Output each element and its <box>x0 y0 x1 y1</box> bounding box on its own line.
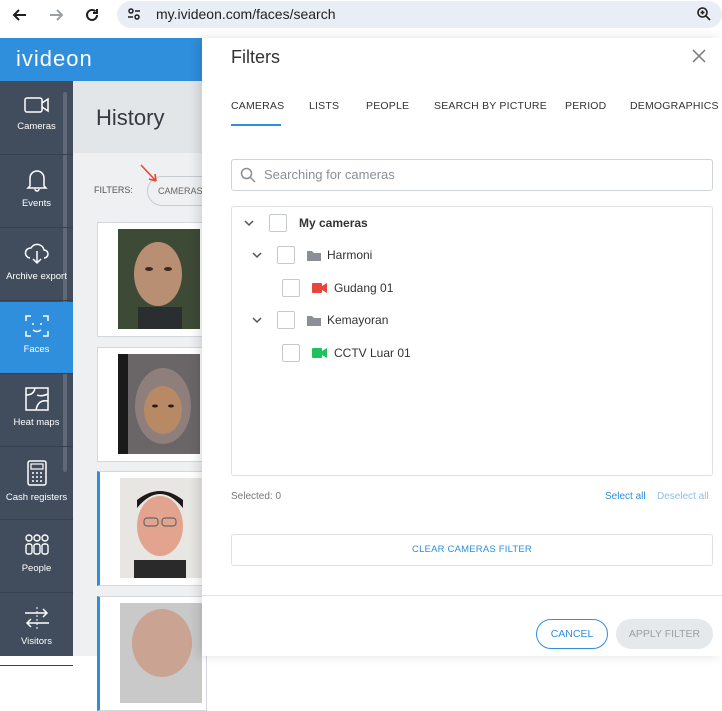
heatmap-icon <box>24 387 49 411</box>
tree-row-harmoni[interactable]: Harmoni <box>251 245 372 265</box>
tree-row-kemayoran[interactable]: Kemayoran <box>251 310 388 330</box>
brand-logo[interactable]: ivideon <box>16 46 93 72</box>
tab-people[interactable]: PEOPLE <box>366 100 409 112</box>
sidebar-item-label: Cash registers <box>5 492 68 503</box>
visitors-icon <box>24 607 49 629</box>
face-card[interactable] <box>97 222 207 337</box>
chevron-down-icon[interactable] <box>243 217 255 229</box>
tree-label: Kemayoran <box>327 313 389 327</box>
back-arrow-icon[interactable] <box>10 5 30 25</box>
face-card[interactable] <box>97 347 207 462</box>
deselect-all-link[interactable]: Deselect all <box>657 491 709 502</box>
tree-label: CCTV Luar 01 <box>334 346 411 360</box>
zoom-icon[interactable] <box>696 6 712 27</box>
search-icon <box>240 167 256 183</box>
sidebar-item-label: People <box>21 563 52 574</box>
reload-icon[interactable] <box>82 5 102 25</box>
checkbox[interactable] <box>277 246 295 264</box>
camera-online-icon <box>312 348 327 358</box>
sidebar-item-events[interactable]: Events <box>0 156 73 228</box>
sidebar-item-faces[interactable]: Faces <box>0 302 73 374</box>
sidebar-item-label: Events <box>21 198 52 209</box>
sidebar-item-label: Archive export <box>6 271 67 282</box>
clear-cameras-filter-button[interactable]: CLEAR CAMERAS FILTER <box>231 534 713 566</box>
camera-offline-icon <box>312 283 327 293</box>
checkbox[interactable] <box>277 311 295 329</box>
tab-lists[interactable]: LISTS <box>309 100 339 112</box>
sidebar-item-visitors[interactable]: Visitors <box>0 594 73 666</box>
forward-arrow-icon[interactable] <box>46 5 66 25</box>
url-text[interactable]: my.ivideon.com/faces/search <box>156 6 335 22</box>
camera-icon <box>23 97 49 113</box>
face-photo <box>118 354 200 454</box>
page-title: History <box>96 105 165 130</box>
tab-cameras[interactable]: CAMERAS <box>231 100 284 112</box>
site-settings-icon[interactable] <box>126 6 142 27</box>
select-all-link[interactable]: Select all <box>605 491 646 502</box>
tab-demographics[interactable]: DEMOGRAPHICS <box>630 100 719 112</box>
tree-label: Gudang 01 <box>334 281 394 295</box>
tree-row-gudang-01[interactable]: Gudang 01 <box>282 278 393 298</box>
cash-register-icon <box>26 460 47 486</box>
apply-filter-button[interactable]: APPLY FILTER <box>616 619 713 649</box>
sidebar-item-archive-export[interactable]: Archive export <box>0 229 73 301</box>
close-icon[interactable] <box>691 48 707 64</box>
sidebar-item-label: Cameras <box>17 121 56 132</box>
filters-modal: Filters CAMERAS LISTS PEOPLE SEARCH BY P… <box>202 38 722 656</box>
camera-search-box <box>231 159 713 191</box>
folder-icon <box>307 250 321 261</box>
browser-toolbar: my.ivideon.com/faces/search <box>0 0 722 30</box>
face-scan-icon <box>24 315 49 337</box>
tree-label: My cameras <box>299 216 368 230</box>
checkbox[interactable] <box>269 214 287 232</box>
cancel-button[interactable]: CANCEL <box>536 619 608 649</box>
people-icon <box>24 534 49 555</box>
tab-search-by-picture[interactable]: SEARCH BY PICTURE <box>434 100 547 112</box>
chevron-down-icon[interactable] <box>251 249 263 261</box>
sidebar-item-people[interactable]: People <box>0 521 73 593</box>
sidebar-item-cameras[interactable]: Cameras <box>0 83 73 155</box>
cloud-download-icon <box>24 243 49 265</box>
tree-row-my-cameras[interactable]: My cameras <box>243 213 368 233</box>
sidebar-item-label: Faces <box>23 344 50 355</box>
sidebar-item-label: Heat maps <box>13 417 60 428</box>
bell-icon <box>25 170 48 192</box>
modal-title: Filters <box>231 47 280 67</box>
tree-row-cctv-luar-01[interactable]: CCTV Luar 01 <box>282 343 411 363</box>
face-card[interactable] <box>97 471 207 586</box>
chevron-down-icon[interactable] <box>251 314 263 326</box>
sidebar-item-label: Visitors <box>21 636 52 647</box>
footer-divider <box>202 595 722 596</box>
filters-label: FILTERS: <box>94 185 133 195</box>
sidebar-item-heat-maps[interactable]: Heat maps <box>0 375 73 447</box>
red-arrow-annotation-icon <box>138 162 162 191</box>
face-photo <box>118 229 200 329</box>
tab-period[interactable]: PERIOD <box>565 100 606 112</box>
selected-count: Selected: 0 <box>231 491 282 502</box>
checkbox[interactable] <box>282 344 300 362</box>
face-photo <box>120 478 202 578</box>
face-card[interactable] <box>97 596 207 711</box>
active-tab-indicator <box>231 124 281 126</box>
tree-label: Harmoni <box>327 248 373 262</box>
checkbox[interactable] <box>282 279 300 297</box>
face-photo <box>120 603 202 703</box>
camera-search-input[interactable] <box>264 167 694 182</box>
folder-icon <box>307 315 321 326</box>
camera-tree: My cameras Harmoni Gudang 01 Kemayoran C… <box>231 206 713 476</box>
sidebar-item-cash-registers[interactable]: Cash registers <box>0 448 73 520</box>
